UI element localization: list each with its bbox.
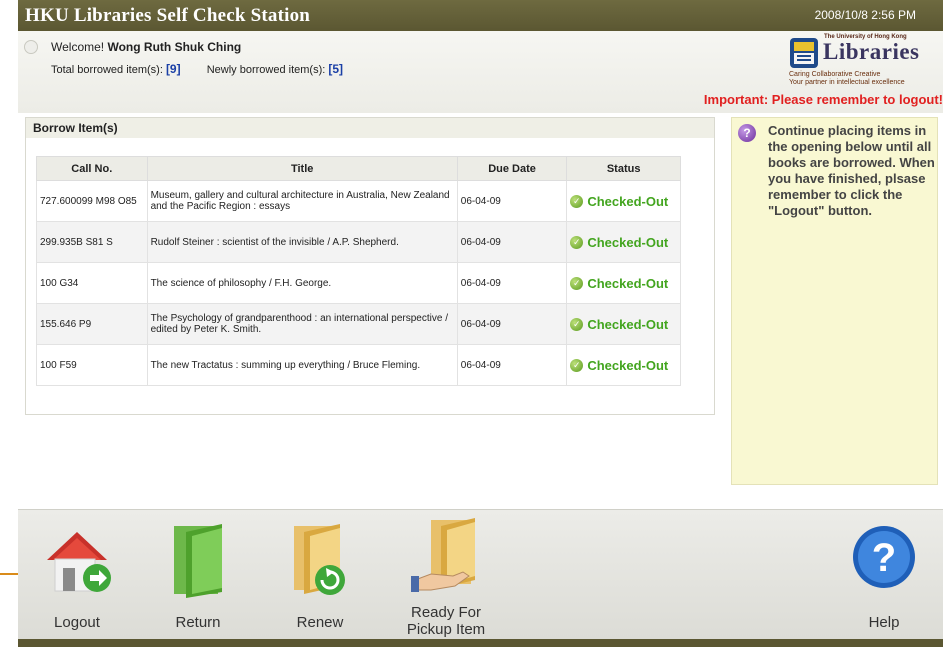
- table-row: 299.935B S81 S Rudolf Steiner : scientis…: [36, 221, 681, 263]
- column-header: Title: [146, 156, 458, 181]
- question-icon: ?: [738, 124, 756, 142]
- column-header: Due Date: [456, 156, 568, 181]
- due-date: 06-04-09: [456, 262, 568, 304]
- due-date: 06-04-09: [456, 303, 568, 345]
- table-row: 100 F59 The new Tractatus : summing up e…: [36, 344, 681, 386]
- app-title: HKU Libraries Self Check Station: [25, 5, 311, 26]
- instructions-box: ? Continue placing items in the opening …: [731, 117, 938, 485]
- help-button[interactable]: ? Help: [844, 524, 924, 634]
- call-number: 100 G34: [36, 262, 148, 304]
- help-label: Help: [868, 614, 900, 631]
- borrowed-items-table: Call No. Title Due Date Status 727.60009…: [36, 156, 681, 386]
- status-dot-icon: [24, 40, 38, 54]
- check-icon: ✓: [570, 194, 584, 208]
- due-date: 06-04-09: [456, 344, 568, 386]
- return-button[interactable]: Return: [158, 522, 238, 634]
- status-text: Checked-Out: [587, 193, 669, 209]
- logout-label: Logout: [54, 614, 100, 631]
- column-header: Status: [566, 156, 681, 181]
- title-bar: HKU Libraries Self Check Station 2008/10…: [18, 0, 943, 31]
- libraries-logo: The University of Hong Kong Libraries Ca…: [785, 34, 938, 90]
- logo-tagline-1: Caring Collaborative Creative: [789, 71, 881, 78]
- table-row: 100 G34 The science of philosophy / F.H.…: [36, 262, 681, 304]
- bottom-bar: [18, 639, 943, 647]
- panel-heading: Borrow Item(s): [26, 118, 714, 138]
- renew-label: Renew: [296, 614, 344, 631]
- return-label: Return: [175, 614, 221, 631]
- call-number: 299.935B S81 S: [36, 221, 148, 263]
- item-title: Museum, gallery and cultural architectur…: [146, 180, 458, 222]
- status-cell: ✓ Checked-Out: [566, 262, 681, 304]
- datetime: 2008/10/8 2:56 PM: [814, 8, 916, 22]
- welcome-prefix: Welcome!: [51, 40, 105, 54]
- folder-refresh-icon: [294, 524, 345, 595]
- green-folder-icon: [174, 524, 222, 598]
- status-text: Checked-Out: [587, 316, 669, 332]
- pickup-label: Ready For Pickup Item: [396, 604, 496, 638]
- pickup-label-line2: Pickup Item: [406, 621, 486, 638]
- status-text: Checked-Out: [587, 357, 669, 373]
- call-number: 727.600099 M98 O85: [36, 180, 148, 222]
- user-name: Wong Ruth Shuk Ching: [107, 40, 242, 54]
- logo-tagline-2: Your partner in intellectual excellence: [789, 79, 905, 86]
- newly-borrowed-label: Newly borrowed item(s):: [206, 64, 326, 76]
- call-number: 100 F59: [36, 344, 148, 386]
- item-title: Rudolf Steiner : scientist of the invisi…: [146, 221, 458, 263]
- total-borrowed-label: Total borrowed item(s):: [51, 64, 163, 76]
- item-title: The science of philosophy / F.H. George.: [146, 262, 458, 304]
- bottom-toolbar: Logout Return Renew Ready For Pickup Ite…: [18, 509, 943, 640]
- status-cell: ✓ Checked-Out: [566, 303, 681, 345]
- item-title: The new Tractatus : summing up everythin…: [146, 344, 458, 386]
- folder-hand-icon: [411, 518, 475, 592]
- borrow-counts: Total borrowed item(s): [9] Newly borrow…: [51, 62, 343, 76]
- status-text: Checked-Out: [587, 275, 669, 291]
- pickup-label-line1: Ready For: [410, 604, 482, 621]
- status-cell: ✓ Checked-Out: [566, 344, 681, 386]
- check-icon: ✓: [570, 235, 584, 249]
- instructions-text: Continue placing items in the opening be…: [768, 123, 935, 218]
- check-icon: ✓: [570, 276, 584, 290]
- logo-libraries: Libraries: [823, 39, 920, 64]
- logout-button[interactable]: Logout: [32, 526, 122, 634]
- renew-button[interactable]: Renew: [280, 520, 360, 634]
- newly-borrowed-value: [5]: [328, 62, 344, 76]
- logout-reminder: Important: Please remember to logout!: [703, 92, 943, 107]
- table-row: 727.600099 M98 O85 Museum, gallery and c…: [36, 180, 681, 222]
- ready-for-pickup-button[interactable]: Ready For Pickup Item: [396, 516, 496, 638]
- column-header: Call No.: [36, 156, 148, 181]
- house-logout-icon: [47, 532, 111, 592]
- help-icon: ?: [853, 526, 915, 588]
- status-cell: ✓ Checked-Out: [566, 221, 681, 263]
- status-cell: ✓ Checked-Out: [566, 180, 681, 222]
- table-row: 155.646 P9 The Psychology of grandparent…: [36, 303, 681, 345]
- call-number: 155.646 P9: [36, 303, 148, 345]
- status-text: Checked-Out: [587, 234, 669, 250]
- item-title: The Psychology of grandparenthood : an i…: [146, 303, 458, 345]
- borrow-items-panel: Borrow Item(s) Call No. Title Due Date S…: [25, 117, 715, 415]
- total-borrowed-value: [9]: [165, 62, 181, 76]
- svg-text:?: ?: [872, 536, 896, 580]
- hku-crest-icon: [790, 38, 818, 68]
- check-icon: ✓: [570, 317, 584, 331]
- check-icon: ✓: [570, 358, 584, 372]
- welcome-message: Welcome! Wong Ruth Shuk Ching: [51, 40, 241, 54]
- due-date: 06-04-09: [456, 180, 568, 222]
- due-date: 06-04-09: [456, 221, 568, 263]
